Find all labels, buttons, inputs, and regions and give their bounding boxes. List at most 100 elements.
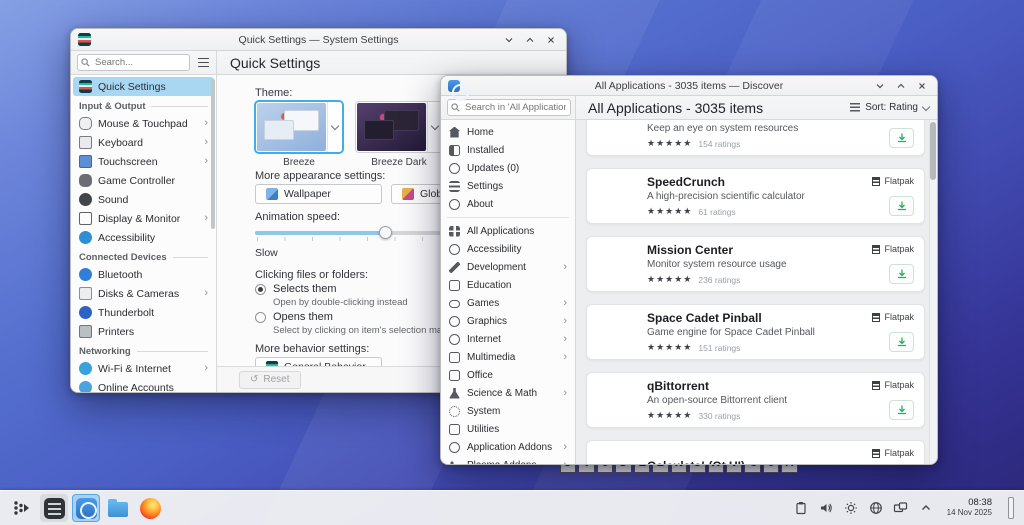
sidebar-item[interactable]: Printers › <box>73 322 214 341</box>
taskbar-file-manager[interactable] <box>104 494 132 522</box>
category-icon <box>449 244 460 255</box>
taskbar-discover[interactable] <box>72 494 100 522</box>
settings-titlebar[interactable]: Quick Settings — System Settings <box>71 29 566 51</box>
hamburger-menu-icon[interactable] <box>194 54 212 72</box>
app-card[interactable]: Mission Center Monitor system resource u… <box>586 236 925 292</box>
category-item[interactable]: System › <box>441 402 575 420</box>
taskbar-firefox[interactable] <box>136 494 164 522</box>
theme-dropdown-button[interactable] <box>327 102 342 152</box>
sidebar-item[interactable]: Display & Monitor › <box>73 209 214 228</box>
brightness-tray-icon[interactable] <box>843 500 859 516</box>
download-button[interactable] <box>889 128 914 148</box>
maximize-icon[interactable] <box>895 80 907 92</box>
category-icon <box>449 388 460 399</box>
sidebar-item[interactable]: Mouse & Touchpad › <box>73 114 214 133</box>
sidebar-item[interactable]: Wi-Fi & Internet › <box>73 359 214 378</box>
category-item[interactable]: Utilities › <box>441 420 575 438</box>
sidebar-item[interactable]: Keyboard › <box>73 133 214 152</box>
category-item[interactable]: Science & Math › <box>441 384 575 402</box>
flatpak-icon <box>872 313 880 322</box>
animation-speed-label: Animation speed: <box>255 211 340 223</box>
volume-tray-icon[interactable] <box>818 500 834 516</box>
displays-tray-icon[interactable] <box>893 500 909 516</box>
maximize-icon[interactable] <box>524 34 536 46</box>
sidebar-item[interactable]: Online Accounts › <box>73 378 214 392</box>
discover-titlebar[interactable]: All Applications - 3035 items — Discover <box>441 76 937 96</box>
category-item[interactable]: All Applications › <box>441 222 575 240</box>
download-button[interactable] <box>889 196 914 216</box>
nav-item[interactable]: Installed <box>441 141 575 159</box>
app-card[interactable]: Space Cadet Pinball Game engine for Spac… <box>586 304 925 360</box>
sidebar-item[interactable]: Thunderbolt › <box>73 303 214 322</box>
sort-icon <box>850 103 860 112</box>
sidebar-separator <box>447 217 569 218</box>
category-item[interactable]: Games › <box>441 294 575 312</box>
theme-option-breeze[interactable]: Breeze <box>255 101 343 168</box>
flatpak-icon <box>872 381 880 390</box>
expand-tray-icon[interactable] <box>918 500 934 516</box>
category-item[interactable]: Office › <box>441 366 575 384</box>
slider-handle[interactable] <box>379 226 392 239</box>
sidebar-item[interactable]: Accessibility › <box>73 228 214 247</box>
sidebar-item[interactable]: Bluetooth › <box>73 265 214 284</box>
rating-count: 154 ratings <box>698 139 740 149</box>
discover-search-input[interactable] <box>447 99 571 116</box>
app-card[interactable]: qb qBittorrent An open-source Bittorrent… <box>586 372 925 428</box>
download-button[interactable] <box>889 264 914 284</box>
app-rating: ★★★★★ 154 ratings <box>647 138 872 149</box>
category-item[interactable]: Multimedia › <box>441 348 575 366</box>
flatpak-icon <box>872 177 880 186</box>
app-launcher-button[interactable] <box>8 494 36 522</box>
sidebar-item[interactable]: Quick Settings › <box>73 77 214 96</box>
category-item[interactable]: Application Addons › <box>441 438 575 456</box>
digital-clock[interactable]: 08:38 14 Nov 2025 <box>947 498 992 517</box>
minimize-icon[interactable] <box>503 34 515 46</box>
category-item[interactable]: Development › <box>441 258 575 276</box>
sidebar-item[interactable]: Disks & Cameras › <box>73 284 214 303</box>
clipboard-tray-icon[interactable] <box>793 500 809 516</box>
clock-date: 14 Nov 2025 <box>947 509 992 518</box>
category-item[interactable]: Education › <box>441 276 575 294</box>
flatpak-icon <box>872 245 880 254</box>
category-item[interactable]: Graphics › <box>441 312 575 330</box>
nav-item[interactable]: Settings <box>441 177 575 195</box>
close-icon[interactable] <box>916 80 928 92</box>
taskbar-system-settings[interactable] <box>40 494 68 522</box>
category-icon <box>449 370 460 381</box>
sidebar-item-icon <box>79 212 92 225</box>
nav-item[interactable]: Home <box>441 123 575 141</box>
close-icon[interactable] <box>545 34 557 46</box>
sidebar-scrollbar[interactable] <box>211 79 215 229</box>
app-icon <box>597 449 635 464</box>
download-button[interactable] <box>889 332 914 352</box>
reset-button[interactable]: ↺ Reset <box>239 371 301 389</box>
sidebar-item[interactable]: Sound › <box>73 190 214 209</box>
sidebar-item[interactable]: Game Controller › <box>73 171 214 190</box>
sidebar-section-header: Input & Output <box>71 96 216 114</box>
radio-opens-them[interactable]: Opens them <box>255 311 333 323</box>
network-tray-icon[interactable] <box>868 500 884 516</box>
download-icon <box>896 132 908 144</box>
category-item[interactable]: Plasma Addons › <box>441 456 575 464</box>
nav-item[interactable]: Updates (0) <box>441 159 575 177</box>
download-button[interactable] <box>889 400 914 420</box>
category-item[interactable]: Internet › <box>441 330 575 348</box>
nav-item[interactable]: About <box>441 195 575 213</box>
theme-option-breeze-dark[interactable]: Breeze Dark <box>355 101 443 168</box>
app-card[interactable]: Resources Keep an eye on system resource… <box>586 120 925 156</box>
download-icon <box>896 268 908 280</box>
minimize-icon[interactable] <box>874 80 886 92</box>
app-card[interactable]: SpeedCrunch A high-precision scientific … <box>586 168 925 224</box>
flatpak-badge: Flatpak <box>872 312 914 322</box>
app-card[interactable]: Qalculate! (Qt UI) Flatpak <box>586 440 925 464</box>
sort-dropdown[interactable]: Sort: Rating <box>850 102 929 113</box>
peek-desktop-button[interactable] <box>1008 497 1014 519</box>
radio-selects-them[interactable]: Selects them <box>255 283 337 295</box>
category-item[interactable]: Accessibility › <box>441 240 575 258</box>
settings-search-input[interactable] <box>77 54 190 71</box>
wallpaper-button[interactable]: Wallpaper <box>255 184 382 204</box>
settings-page-title: Quick Settings <box>217 51 566 74</box>
sidebar-item[interactable]: Touchscreen › <box>73 152 214 171</box>
list-scrollbar-thumb[interactable] <box>930 122 936 180</box>
list-scrollbar-track[interactable] <box>929 120 937 464</box>
